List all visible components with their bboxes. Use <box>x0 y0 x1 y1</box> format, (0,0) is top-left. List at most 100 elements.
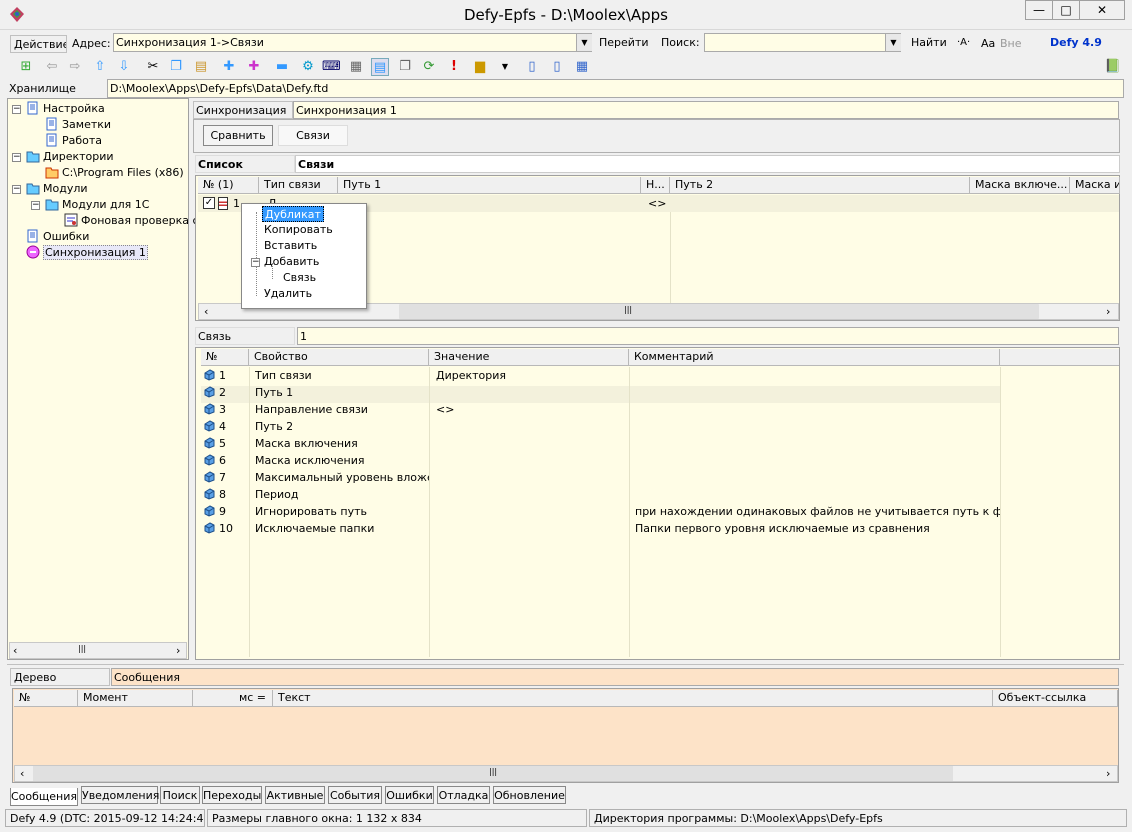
refresh-icon[interactable]: ⟳ <box>420 58 438 76</box>
menu-paste[interactable]: Вставить <box>264 238 317 254</box>
remove-icon[interactable]: ▬ <box>273 58 291 76</box>
tree-item[interactable]: C:\Program Files (x86) <box>45 165 184 181</box>
table-row[interactable]: 3 Направление связи <> <box>201 401 1116 418</box>
grid-icon[interactable]: ▦ <box>573 58 591 76</box>
tree-item[interactable]: Фоновая проверка с <box>64 213 199 229</box>
col-text[interactable]: Текст <box>273 690 993 707</box>
table-row[interactable]: 6 Маска исключения <box>201 452 1116 469</box>
page-icon[interactable]: ▤ <box>371 58 389 76</box>
forward-icon[interactable]: ⇨ <box>66 58 84 76</box>
minimize-button[interactable]: — <box>1025 0 1053 20</box>
settings-icon[interactable]: ⚙ <box>299 58 317 76</box>
highlight-icon[interactable]: ▆ <box>471 58 489 76</box>
tree-item[interactable]: Синхронизация 1 <box>26 245 148 261</box>
col-ms[interactable]: мс = <box>193 690 273 707</box>
links-button[interactable]: Связи <box>278 125 348 146</box>
tree-item[interactable]: Директории <box>26 149 114 165</box>
tree-collapse-icon[interactable]: − <box>12 105 21 114</box>
menu-delete[interactable]: Удалить <box>264 286 312 302</box>
col-prop-number[interactable]: № <box>201 349 249 366</box>
tree-collapse-icon[interactable]: − <box>12 153 21 162</box>
prop-value[interactable] <box>436 469 626 486</box>
menu-copy[interactable]: Копировать <box>264 222 333 238</box>
up-icon[interactable]: ⇧ <box>91 58 109 76</box>
tree-icon[interactable]: ⊞ <box>17 58 35 76</box>
scroll-left-icon[interactable]: ‹ <box>20 767 24 780</box>
prop-value[interactable]: <> <box>436 401 626 418</box>
go-button[interactable]: Перейти <box>599 36 649 49</box>
tree-item[interactable]: Модули <box>26 181 88 197</box>
table-row[interactable]: 8 Период <box>201 486 1116 503</box>
maximize-button[interactable]: □ <box>1052 0 1080 20</box>
tree-collapse-icon[interactable]: − <box>12 185 21 194</box>
error-icon[interactable]: ! <box>445 58 463 76</box>
col-msg-number[interactable]: № <box>14 690 78 707</box>
prop-value[interactable]: Директория <box>436 367 626 384</box>
address-input[interactable]: Синхронизация 1->Связи <box>113 33 592 52</box>
prop-value[interactable] <box>436 486 626 503</box>
cut-icon[interactable]: ✂ <box>144 58 162 76</box>
table-row[interactable]: 10 Исключаемые папки Папки первого уровня … <box>201 520 1116 537</box>
prop-value[interactable] <box>436 418 626 435</box>
tab-6[interactable]: Ошибки <box>385 786 434 804</box>
scroll-left-icon[interactable]: ‹ <box>13 644 17 657</box>
keyboard-icon[interactable]: ⌨ <box>322 58 341 76</box>
col-path1[interactable]: Путь 1 <box>338 177 641 194</box>
menu-collapse-icon[interactable]: − <box>251 258 260 267</box>
copy-icon[interactable]: ❐ <box>167 58 185 76</box>
col-comment[interactable]: Комментарий <box>629 349 1000 366</box>
tree-item[interactable]: Модули для 1С <box>45 197 149 213</box>
menu-add-link[interactable]: Связь <box>283 270 316 286</box>
case-button[interactable]: Aa <box>981 37 995 50</box>
menu-duplicate[interactable]: Дубликат <box>262 206 324 222</box>
find-button[interactable]: Найти <box>911 36 947 49</box>
sync-name-field[interactable]: Синхронизация 1 <box>293 101 1119 119</box>
tree-item[interactable]: Заметки <box>45 117 111 133</box>
scroll-thumb[interactable] <box>399 304 1039 319</box>
table-row[interactable]: 4 Путь 2 <box>201 418 1116 435</box>
col-link-type[interactable]: Тип связи <box>259 177 338 194</box>
tab-8[interactable]: Обновление <box>493 786 566 804</box>
scroll-right-icon[interactable]: › <box>1106 305 1110 318</box>
paste-icon[interactable]: ▤ <box>192 58 210 76</box>
compare-button[interactable]: Сравнить <box>203 125 273 146</box>
col-property[interactable]: Свойство <box>249 349 429 366</box>
pages-icon[interactable]: ❐ <box>396 58 414 76</box>
book-icon[interactable]: 📗 <box>1104 58 1122 76</box>
prop-value[interactable] <box>436 520 626 537</box>
tree-hscrollbar[interactable]: ‹ ||| › <box>9 642 187 659</box>
col-path2[interactable]: Путь 2 <box>670 177 970 194</box>
scroll-left-icon[interactable]: ‹ <box>204 305 208 318</box>
link-number-field[interactable]: 1 <box>297 327 1119 345</box>
col-include-mask[interactable]: Маска включе... <box>970 177 1070 194</box>
document-icon[interactable]: ▦ <box>347 58 365 76</box>
table-row[interactable]: 9 Игнорировать путь при нахождении одинако… <box>201 503 1116 520</box>
splitter[interactable] <box>7 664 1124 666</box>
table-row[interactable]: 1 Тип связи Директория <box>201 367 1116 384</box>
column-left-icon[interactable]: ▯ <box>523 58 541 76</box>
column-right-icon[interactable]: ▯ <box>548 58 566 76</box>
search-dropdown-icon[interactable]: ▼ <box>885 34 901 51</box>
tree-item[interactable]: Ошибки <box>26 229 89 245</box>
tab-1[interactable]: Уведомления <box>81 786 159 804</box>
prop-value[interactable] <box>436 435 626 452</box>
back-icon[interactable]: ⇦ <box>43 58 61 76</box>
add-child-icon[interactable]: ✚ <box>245 58 263 76</box>
tab-7[interactable]: Отладка <box>437 786 490 804</box>
search-input[interactable] <box>704 33 901 52</box>
col-object-ref[interactable]: Объект-ссылка <box>993 690 1118 707</box>
tree-collapse-icon[interactable]: − <box>31 201 40 210</box>
col-moment[interactable]: Момент <box>78 690 193 707</box>
table-row[interactable]: 2 Путь 1 <box>201 384 1116 401</box>
highlight-dropdown-icon[interactable]: ▼ <box>496 58 514 76</box>
font-size-button[interactable]: ·A· <box>957 37 970 48</box>
scroll-right-icon[interactable]: › <box>1106 767 1110 780</box>
action-menu[interactable]: Действие <box>10 35 67 53</box>
tab-0[interactable]: Сообщения <box>10 788 78 806</box>
tab-2[interactable]: Поиск <box>160 786 200 804</box>
close-button[interactable]: ✕ <box>1079 0 1125 20</box>
col-exclude-mask[interactable]: Маска ис <box>1070 177 1120 194</box>
tab-5[interactable]: События <box>328 786 382 804</box>
tree-item[interactable]: Работа <box>45 133 102 149</box>
row-checkbox[interactable]: ✓ <box>203 197 215 209</box>
